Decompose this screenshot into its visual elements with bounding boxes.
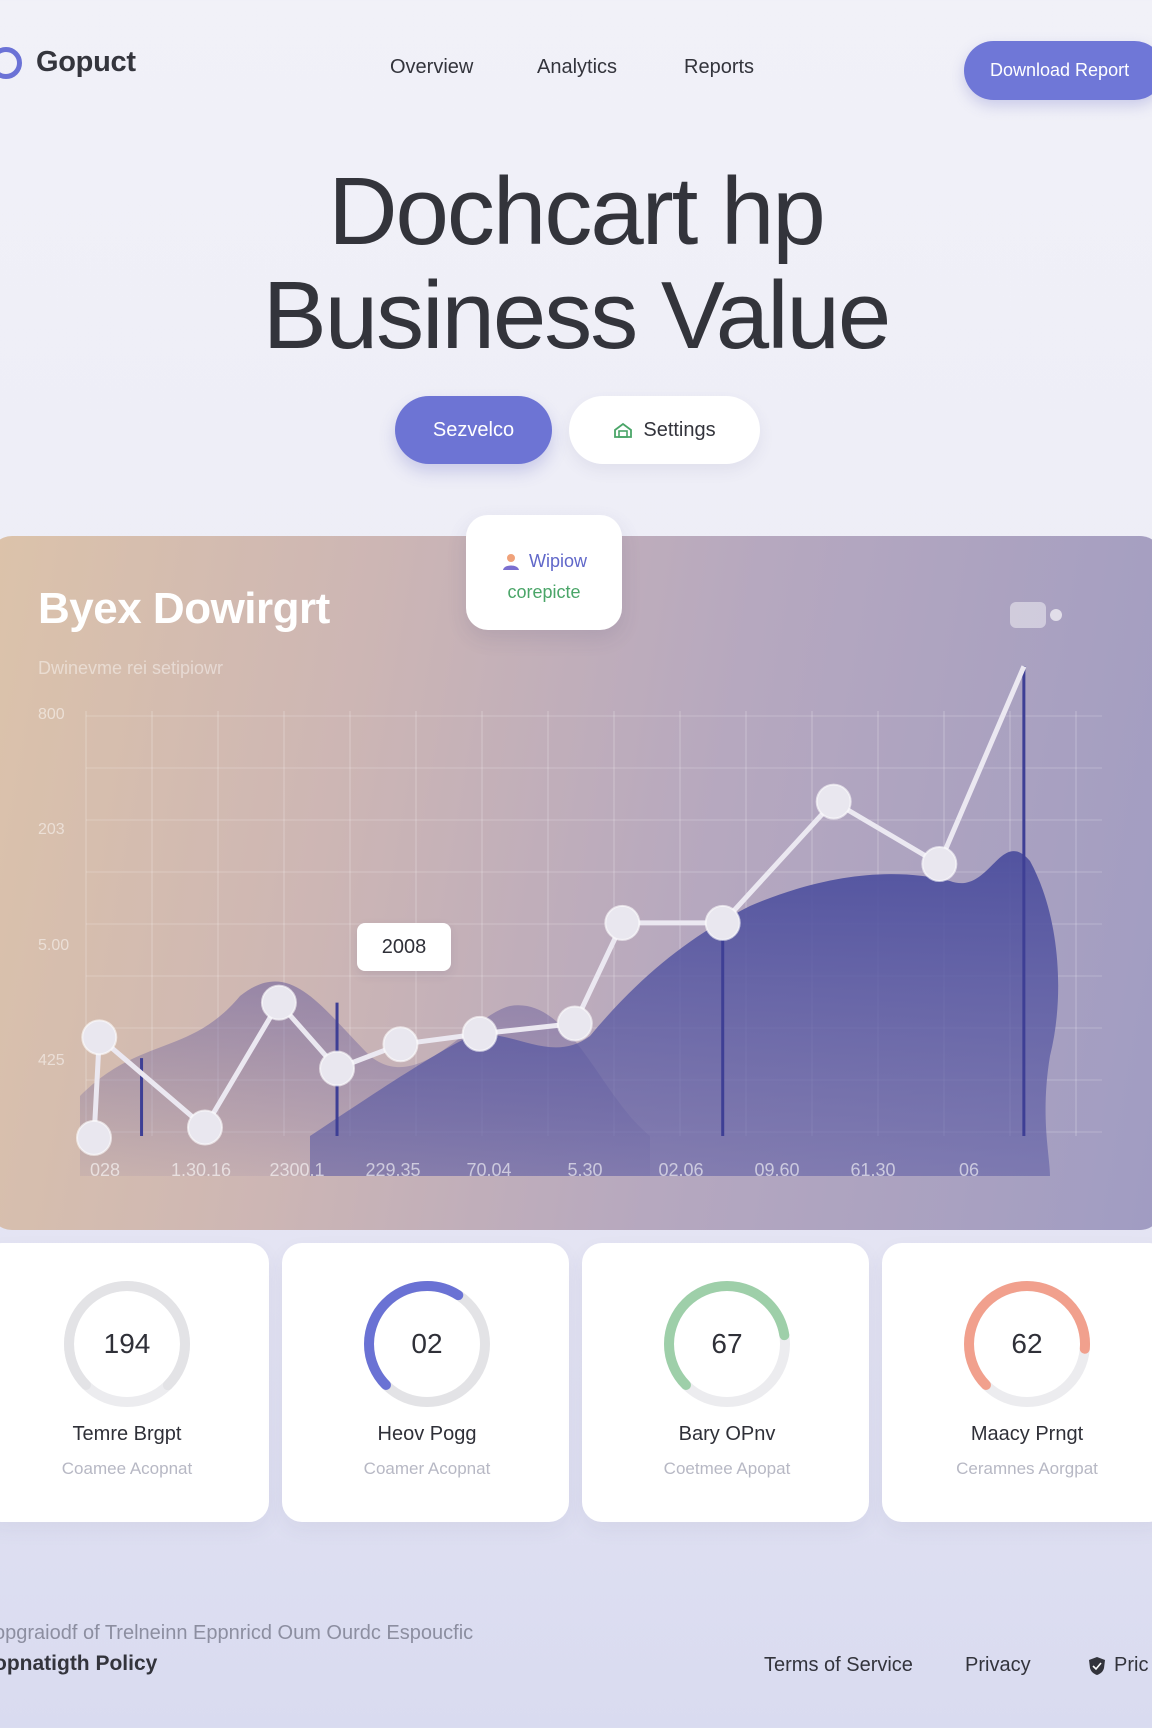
nav-analytics[interactable]: Analytics — [537, 56, 617, 79]
stat-label: Temre Brgpt — [72, 1423, 182, 1445]
data-point[interactable] — [260, 984, 297, 1021]
x-tick-label: 5.30 — [567, 1160, 602, 1180]
stat-sublabel: Coamee Acopnat — [61, 1459, 193, 1478]
pricing-link-label: Pric — [1114, 1654, 1149, 1676]
nav-overview[interactable]: Overview — [390, 56, 473, 79]
stat-value: 194 — [103, 1328, 151, 1359]
x-tick-label: 2300.1 — [269, 1160, 324, 1180]
data-point[interactable] — [186, 1109, 223, 1146]
tooltip-title: Wipiow — [528, 551, 587, 571]
shield-icon — [1089, 1656, 1105, 1675]
stat-value: 02 — [411, 1328, 443, 1359]
stat-sublabel: Ceramnes Aorgpat — [956, 1459, 1098, 1478]
chart-toggle[interactable] — [1010, 602, 1046, 628]
workflow-tooltip: Wipiow corepicte — [466, 515, 622, 630]
pricing-link[interactable]: Pric — [1088, 1654, 1148, 1677]
data-point[interactable] — [81, 1019, 118, 1056]
data-callout: 2008 — [357, 923, 451, 971]
stat-label: Maacy Prngt — [970, 1423, 1084, 1445]
settings-icon — [614, 422, 633, 438]
hero-title-line2: Business Value — [262, 262, 892, 369]
chart-subtitle: Dwinevme rei setipiowr — [38, 658, 224, 678]
stat-card-2[interactable]: 02 Heov Pogg Coamer Acopnat — [282, 1243, 569, 1522]
stat-sublabel: Coetmee Apopat — [663, 1459, 791, 1478]
data-point[interactable] — [921, 846, 958, 882]
settings-button-label: Settings — [643, 418, 716, 441]
data-point[interactable] — [319, 1050, 356, 1087]
stat-card-4[interactable]: 62 Maacy Prngt Ceramnes Aorgpat — [882, 1243, 1152, 1522]
stat-label: Bary OPnv — [678, 1423, 776, 1445]
chart-title: Byex Dowirgrt — [38, 584, 330, 633]
footer-description: opgraiodf of Trelneinn Eppnricd Oum Ourd… — [0, 1622, 474, 1644]
stat-label: Heov Pogg — [377, 1423, 477, 1445]
nav-reports[interactable]: Reports — [684, 56, 754, 79]
hero-title: Dochcart hp Business Value — [0, 160, 1152, 368]
terms-of-service-link[interactable]: Terms of Service — [764, 1654, 913, 1677]
y-tick-label: 425 — [38, 1052, 65, 1069]
data-point[interactable] — [382, 1026, 419, 1063]
logo-ring-icon — [0, 46, 22, 79]
header: Gopuct Overview Analytics Reports Downlo… — [0, 0, 1152, 140]
x-tick-label: 09.60 — [754, 1160, 799, 1180]
data-point[interactable] — [461, 1015, 498, 1052]
data-point[interactable] — [704, 904, 741, 941]
x-tick-label: 06 — [959, 1160, 979, 1180]
chart-toggle-dot — [1050, 609, 1062, 621]
y-tick-label: 5.00 — [38, 937, 69, 954]
data-point[interactable] — [556, 1005, 593, 1042]
data-point[interactable] — [815, 783, 852, 820]
stat-value: 67 — [711, 1328, 743, 1359]
hero-title-line1: Dochcart hp — [328, 158, 826, 265]
stat-card-3[interactable]: 67 Bary OPnv Coetmee Apopat — [582, 1243, 869, 1522]
x-tick-label: 229.35 — [365, 1160, 420, 1180]
area-fill — [310, 851, 1059, 1176]
x-tick-label: 61.30 — [850, 1160, 895, 1180]
brand-name: Gopuct — [36, 46, 136, 78]
y-tick-label: 203 — [38, 821, 65, 838]
settings-button[interactable]: Settings — [569, 396, 760, 464]
chart-card: 028 1.30.16 2300.1 229.35 70.04 5.30 02.06 09.6… — [0, 536, 1152, 1230]
logo[interactable]: Gopuct — [0, 46, 136, 79]
x-tick-label: 1.30.16 — [171, 1160, 231, 1180]
data-point[interactable] — [76, 1119, 112, 1156]
stat-value: 62 — [1011, 1328, 1043, 1359]
x-tick-label: 028 — [90, 1160, 120, 1180]
privacy-link[interactable]: Privacy — [965, 1654, 1031, 1677]
primary-button[interactable]: Sezvelco — [395, 396, 552, 464]
y-tick-label: 800 — [38, 706, 65, 723]
download-report-button[interactable]: Download Report — [964, 41, 1152, 100]
stat-sublabel: Coamer Acopnat — [363, 1459, 491, 1478]
data-point[interactable] — [604, 904, 641, 941]
stat-card-1[interactable]: 194 Temre Brgpt Coamee Acopnat — [0, 1243, 269, 1522]
footer-policy-link[interactable]: opnatigth Policy — [0, 1652, 157, 1676]
x-tick-label: 70.04 — [466, 1160, 511, 1180]
person-icon — [502, 553, 519, 570]
line-chart: 028 1.30.16 2300.1 229.35 70.04 5.30 02.06 09.6… — [38, 665, 1102, 1180]
tooltip-status: corepicte — [507, 582, 581, 602]
x-tick-label: 02.06 — [658, 1160, 703, 1180]
